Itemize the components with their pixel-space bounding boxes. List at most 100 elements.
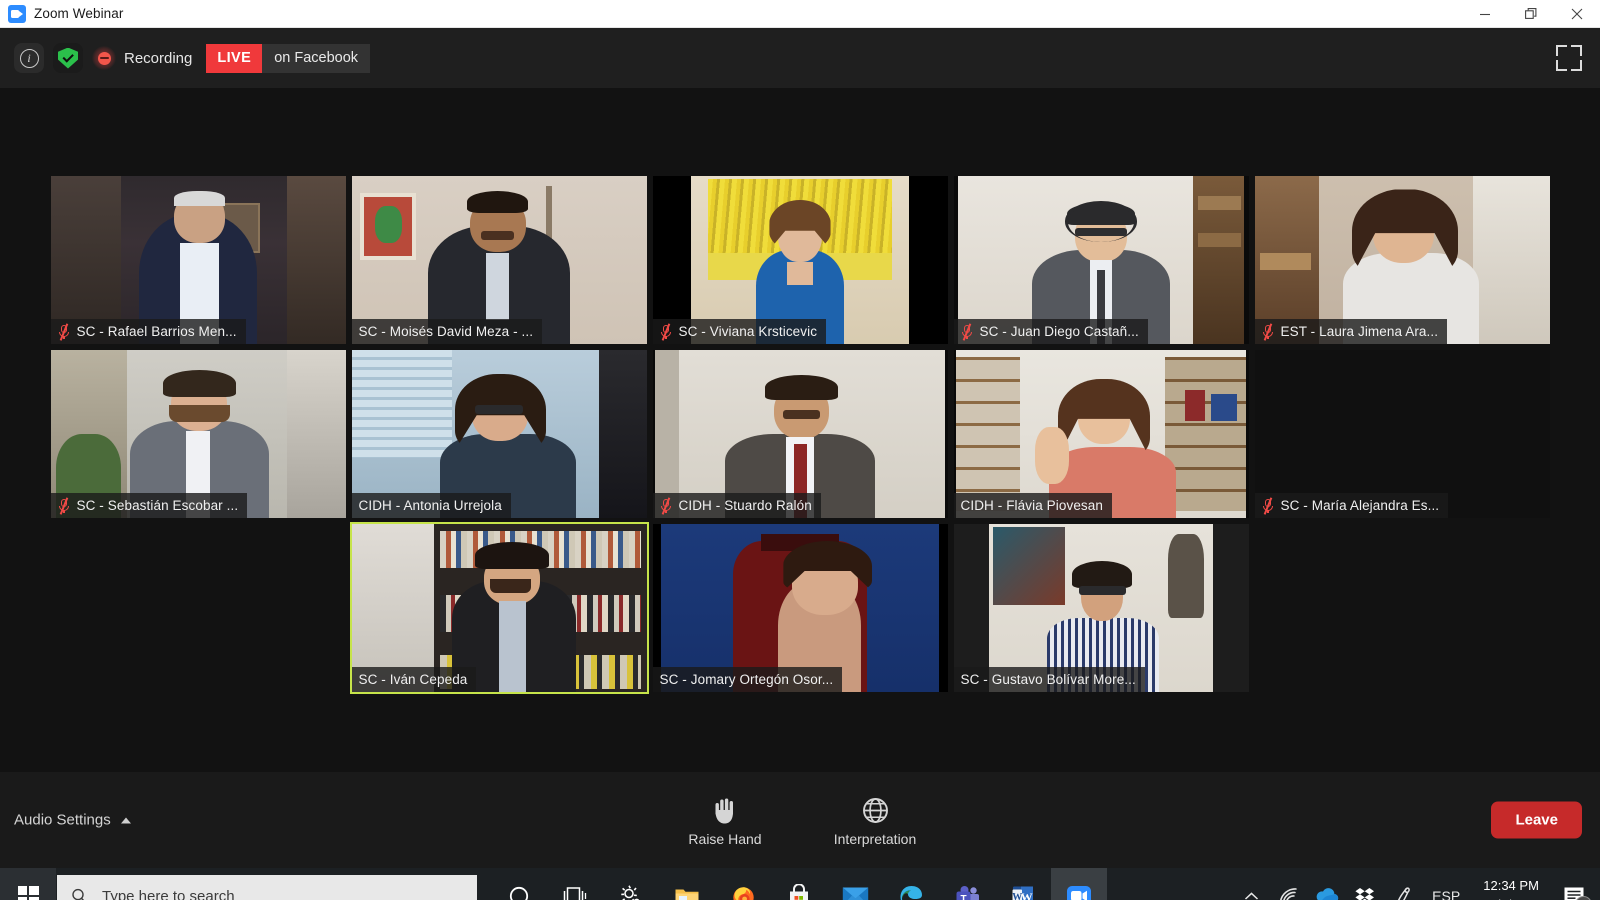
live-stream-indicator[interactable]: LIVE on Facebook	[206, 43, 371, 73]
system-tray: ESP 12:34 PM 10/5/2020 3	[1232, 868, 1600, 900]
pen-icon[interactable]	[1384, 868, 1422, 900]
windows-logo-icon	[17, 885, 39, 900]
participant-tile[interactable]: CIDH - Antonia Urrejola	[351, 350, 647, 518]
info-icon: i	[19, 48, 39, 68]
video-gallery-stage: SC - Rafael Barrios Men... SC - Moisés D…	[0, 88, 1600, 772]
mail-icon[interactable]	[827, 868, 883, 900]
muted-mic-icon	[1262, 322, 1275, 341]
leave-button[interactable]: Leave	[1491, 801, 1582, 839]
participant-name-bar: SC - Rafael Barrios Men...	[50, 319, 246, 344]
gallery-row: SC - Sebastián Escobar ... CIDH - Antoni…	[0, 350, 1600, 518]
participant-grid: SC - Rafael Barrios Men... SC - Moisés D…	[0, 176, 1600, 698]
participant-tile[interactable]: CIDH - Stuardo Ralón	[652, 350, 948, 518]
participant-name: SC - Iván Cepeda	[358, 672, 468, 687]
participant-tile[interactable]: EST - Laura Jimena Ara...	[1254, 176, 1550, 344]
clock[interactable]: 12:34 PM 10/5/2020	[1470, 877, 1552, 900]
edge-icon[interactable]	[883, 868, 939, 900]
participant-name-bar: SC - Viviana Krsticevic	[652, 319, 827, 344]
cortana-icon[interactable]	[491, 868, 547, 900]
participant-tile[interactable]: SC - Gustavo Bolívar More...	[953, 524, 1249, 692]
participant-tile[interactable]: SC - Moisés David Meza - ...	[351, 176, 647, 344]
microsoft-store-icon[interactable]	[771, 868, 827, 900]
recording-dot-icon	[97, 51, 111, 65]
chevron-up-icon[interactable]	[120, 817, 131, 823]
interpretation-button[interactable]: Interpretation	[830, 796, 920, 847]
participant-name-bar: CIDH - Antonia Urrejola	[351, 493, 511, 518]
participant-name: SC - Rafael Barrios Men...	[76, 324, 237, 339]
minimize-button[interactable]	[1462, 0, 1508, 28]
teams-icon[interactable]: T	[939, 868, 995, 900]
participant-tile[interactable]: SC - Sebastián Escobar ...	[50, 350, 346, 518]
raise-hand-label: Raise Hand	[688, 831, 762, 847]
audio-settings-button[interactable]: Audio Settings	[14, 812, 131, 829]
participant-name: SC - Viviana Krsticevic	[678, 324, 818, 339]
taskbar-apps: T W W	[491, 868, 1107, 900]
task-view-icon[interactable]	[547, 868, 603, 900]
window-title-bar: Zoom Webinar	[0, 0, 1600, 28]
gallery-row: SC - Iván Cepeda SC - Jomary Ortegón Oso…	[0, 522, 1600, 694]
clock-date: 10/5/2020	[1482, 896, 1540, 900]
search-placeholder: Type here to search	[102, 887, 235, 900]
live-badge: LIVE	[206, 43, 263, 73]
clock-time: 12:34 PM	[1483, 878, 1539, 894]
participant-name-bar: SC - Jomary Ortegón Osor...	[652, 667, 843, 692]
globe-icon	[862, 796, 889, 824]
wifi-icon[interactable]	[1270, 868, 1308, 900]
participant-name-bar: SC - Sebastián Escobar ...	[50, 493, 248, 518]
recording-label: Recording	[124, 49, 193, 67]
participant-name: CIDH - Flávia Piovesan	[960, 498, 1103, 513]
participant-name: CIDH - Stuardo Ralón	[678, 498, 812, 513]
muted-mic-icon	[660, 322, 673, 341]
security-shield-button[interactable]	[53, 43, 83, 73]
participant-name-bar: SC - Gustavo Bolívar More...	[953, 667, 1145, 692]
start-button[interactable]	[0, 868, 56, 900]
minimize-icon	[1480, 13, 1490, 15]
participant-name-bar: SC - Moisés David Meza - ...	[351, 319, 543, 344]
notification-center-button[interactable]: 3	[1552, 868, 1596, 900]
participant-name-bar: CIDH - Flávia Piovesan	[953, 493, 1112, 518]
close-button[interactable]	[1554, 0, 1600, 28]
muted-mic-icon	[58, 496, 71, 515]
file-explorer-icon[interactable]	[659, 868, 715, 900]
svg-text:W: W	[1012, 892, 1022, 900]
meeting-info-button[interactable]: i	[14, 43, 44, 73]
muted-mic-icon	[58, 322, 71, 341]
svg-text:W: W	[1021, 890, 1033, 900]
dropbox-icon[interactable]	[1346, 868, 1384, 900]
settings-gear-icon[interactable]	[603, 868, 659, 900]
meeting-controls: Raise Hand Interpretation	[680, 796, 920, 847]
participant-name: SC - María Alejandra Es...	[1280, 498, 1440, 513]
participant-name: CIDH - Antonia Urrejola	[358, 498, 502, 513]
participant-name-bar: SC - Juan Diego Castañ...	[953, 319, 1148, 344]
onedrive-icon[interactable]	[1308, 868, 1346, 900]
restore-icon	[1525, 7, 1537, 19]
raise-hand-button[interactable]: Raise Hand	[680, 796, 770, 847]
participant-name: SC - Juan Diego Castañ...	[979, 324, 1139, 339]
participant-tile[interactable]: SC - María Alejandra Es...	[1254, 350, 1550, 518]
taskbar-search[interactable]: Type here to search	[57, 875, 477, 900]
participant-tile[interactable]: SC - Juan Diego Castañ...	[953, 176, 1249, 344]
participant-tile[interactable]: SC - Jomary Ortegón Osor...	[652, 524, 948, 692]
participant-name: SC - Gustavo Bolívar More...	[960, 672, 1136, 687]
hand-icon	[712, 796, 738, 824]
muted-mic-icon	[961, 322, 974, 341]
firefox-icon[interactable]	[715, 868, 771, 900]
restore-button[interactable]	[1508, 0, 1554, 28]
fullscreen-icon[interactable]	[1556, 45, 1582, 71]
search-icon	[72, 888, 85, 900]
gallery-row: SC - Rafael Barrios Men... SC - Moisés D…	[0, 176, 1600, 344]
audio-settings-label: Audio Settings	[14, 811, 111, 829]
participant-name: EST - Laura Jimena Ara...	[1280, 324, 1439, 339]
muted-mic-icon	[1262, 496, 1275, 515]
show-hidden-icons-button[interactable]	[1232, 868, 1270, 900]
recording-indicator[interactable]	[92, 46, 116, 70]
zoom-icon[interactable]	[1051, 868, 1107, 900]
participant-tile[interactable]: SC - Rafael Barrios Men...	[50, 176, 346, 344]
participant-name-bar: CIDH - Stuardo Ralón	[652, 493, 821, 518]
participant-tile[interactable]: SC - Viviana Krsticevic	[652, 176, 948, 344]
participant-tile[interactable]: SC - Iván Cepeda	[349, 522, 649, 694]
language-indicator[interactable]: ESP	[1422, 888, 1470, 900]
participant-tile[interactable]: CIDH - Flávia Piovesan	[953, 350, 1249, 518]
svg-text:T: T	[960, 894, 966, 900]
word-icon[interactable]: W W	[995, 868, 1051, 900]
